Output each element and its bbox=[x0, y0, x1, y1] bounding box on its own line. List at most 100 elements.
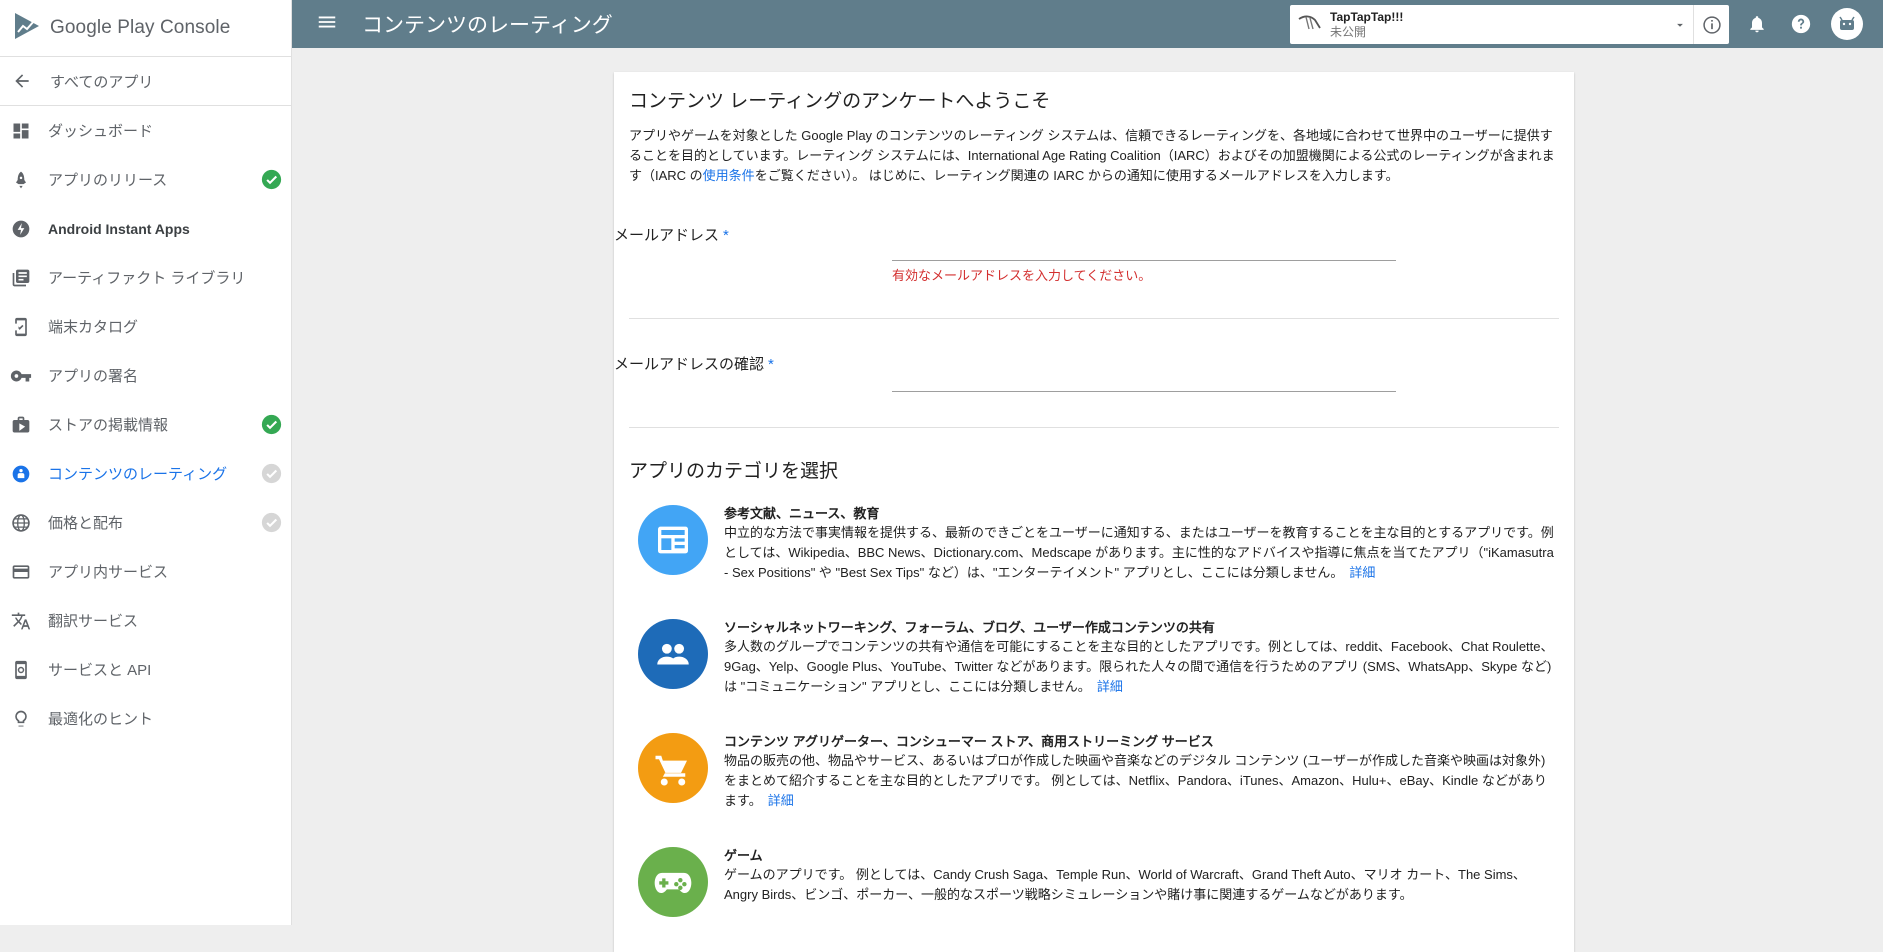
account-avatar[interactable] bbox=[1830, 7, 1864, 41]
required-mark: * bbox=[723, 227, 729, 244]
key-icon bbox=[10, 365, 32, 387]
sidebar-item-label: アーティファクト ライブラリ bbox=[48, 270, 246, 287]
sidebar-item-label: ダッシュボード bbox=[48, 123, 154, 140]
sidebar-item-label: 最適化のヒント bbox=[48, 711, 154, 728]
back-to-all-apps[interactable]: すべてのアプリ bbox=[0, 57, 291, 106]
sidebar-item-dashboard[interactable]: ダッシュボード bbox=[0, 106, 291, 155]
arrow-back-icon bbox=[12, 71, 34, 91]
store-icon bbox=[10, 414, 32, 436]
info-icon[interactable] bbox=[1693, 5, 1730, 44]
selected-app-name: TapTapTap!!! bbox=[1330, 9, 1404, 24]
details-link[interactable]: 詳細 bbox=[1349, 565, 1375, 580]
email-label-text: メールアドレス bbox=[614, 227, 720, 244]
sidebar-item-label: アプリの署名 bbox=[48, 368, 139, 385]
check-pending-icon bbox=[261, 463, 282, 484]
category-description: 物品の販売の他、物品やサービス、あるいはプロが作成した映画や音楽などのデジタル … bbox=[724, 751, 1554, 811]
sidebar-item-artifact-library[interactable]: アーティファクト ライブラリ bbox=[0, 253, 291, 302]
sidebar: Google Play Console すべてのアプリ ダッシュボード アプリの… bbox=[0, 0, 292, 925]
sidebar-item-content-rating[interactable]: コンテンツのレーティング bbox=[0, 449, 291, 498]
dashboard-icon bbox=[10, 120, 32, 142]
category-description-text: 物品の販売の他、物品やサービス、あるいはプロが作成した映画や音楽などのデジタル … bbox=[724, 753, 1547, 808]
translate-icon bbox=[10, 610, 32, 632]
selected-app-status: 未公開 bbox=[1330, 24, 1367, 39]
device-icon bbox=[10, 316, 32, 338]
notifications-bell-icon[interactable] bbox=[1745, 12, 1769, 36]
sidebar-item-optimization-tips[interactable]: 最適化のヒント bbox=[0, 694, 291, 743]
library-icon bbox=[10, 267, 32, 289]
category-description: 中立的な方法で事実情報を提供する、最新のできごとをユーザーに通知する、またはユー… bbox=[724, 523, 1554, 583]
dropdown-arrow-icon[interactable] bbox=[1673, 18, 1687, 37]
required-mark: * bbox=[768, 356, 774, 373]
rocket-icon bbox=[10, 169, 32, 191]
divider bbox=[629, 318, 1559, 319]
sidebar-item-device-catalog[interactable]: 端末カタログ bbox=[0, 302, 291, 351]
category-description: ゲームのアプリです。 例としては、Candy Crush Saga、Temple… bbox=[724, 865, 1554, 905]
category-title: ゲーム bbox=[724, 848, 763, 863]
terms-link[interactable]: 使用条件 bbox=[703, 168, 755, 183]
check-pending-icon bbox=[261, 512, 282, 533]
sidebar-item-store-listing[interactable]: ストアの掲載情報 bbox=[0, 400, 291, 449]
nav-list: ダッシュボード アプリのリリース Android Instant Apps アー… bbox=[0, 106, 291, 743]
back-label: すべてのアプリ bbox=[50, 73, 154, 91]
app-icon bbox=[1296, 8, 1324, 41]
app-selector[interactable]: TapTapTap!!! 未公開 bbox=[1290, 5, 1729, 44]
sidebar-item-in-app-products[interactable]: アプリ内サービス bbox=[0, 547, 291, 596]
email-confirm-label-text: メールアドレスの確認 bbox=[614, 356, 765, 373]
newspaper-icon bbox=[638, 505, 708, 575]
intro-text: アプリやゲームを対象とした Google Play のコンテンツのレーティング … bbox=[629, 126, 1559, 186]
category-description-text: ゲームのアプリです。 例としては、Candy Crush Saga、Temple… bbox=[724, 867, 1526, 902]
email-label: メールアドレス * bbox=[614, 224, 729, 245]
sidebar-item-label: Android Instant Apps bbox=[48, 220, 190, 237]
sidebar-item-label: コンテンツのレーティング bbox=[48, 466, 228, 483]
sidebar-item-label: 翻訳サービス bbox=[48, 613, 139, 630]
card-title: コンテンツ レーティングのアンケートへようこそ bbox=[629, 91, 1051, 112]
email-confirm-field[interactable] bbox=[892, 361, 1396, 392]
brand-name: Google Play Console bbox=[50, 17, 231, 38]
sidebar-item-label: 価格と配布 bbox=[48, 515, 124, 532]
sidebar-item-instant-apps[interactable]: Android Instant Apps bbox=[0, 204, 291, 253]
content-rating-card: コンテンツ レーティングのアンケートへようこそ アプリやゲームを対象とした Go… bbox=[614, 72, 1574, 952]
play-console-logo-icon bbox=[12, 11, 42, 46]
sidebar-item-pricing[interactable]: 価格と配布 bbox=[0, 498, 291, 547]
gamepad-icon bbox=[638, 847, 708, 917]
globe-icon bbox=[10, 512, 32, 534]
sidebar-item-releases[interactable]: アプリのリリース bbox=[0, 155, 291, 204]
bulb-icon bbox=[10, 708, 32, 730]
category-description-text: 多人数のグループでコンテンツの共有や通信を可能にすることを主な目的としたアプリで… bbox=[724, 639, 1554, 694]
sidebar-item-label: アプリのリリース bbox=[48, 172, 168, 189]
category-description-text: 中立的な方法で事実情報を提供する、最新のできごとをユーザーに通知する、またはユー… bbox=[724, 525, 1554, 580]
sidebar-item-app-signing[interactable]: アプリの署名 bbox=[0, 351, 291, 400]
top-bar: コンテンツのレーティング TapTapTap!!! 未公開 bbox=[292, 0, 1883, 48]
sidebar-item-label: サービスと API bbox=[48, 662, 152, 679]
services-icon bbox=[10, 659, 32, 681]
details-link[interactable]: 詳細 bbox=[1097, 679, 1123, 694]
divider bbox=[629, 427, 1559, 428]
category-title: ソーシャルネットワーキング、フォーラム、ブログ、ユーザー作成コンテンツの共有 bbox=[724, 620, 1215, 635]
category-title: コンテンツ アグリゲーター、コンシューマー ストア、商用ストリーミング サービス bbox=[724, 734, 1214, 749]
page-title: コンテンツのレーティング bbox=[362, 14, 613, 37]
email-error-text: 有効なメールアドレスを入力してください。 bbox=[892, 268, 1152, 283]
sidebar-item-label: ストアの掲載情報 bbox=[48, 417, 169, 434]
email-field[interactable] bbox=[892, 230, 1396, 261]
people-icon bbox=[638, 619, 708, 689]
bolt-icon bbox=[10, 218, 32, 240]
sidebar-item-label: 端末カタログ bbox=[48, 319, 139, 336]
card-icon bbox=[10, 561, 32, 583]
rating-icon bbox=[10, 463, 32, 485]
email-confirm-label: メールアドレスの確認 * bbox=[614, 353, 774, 374]
hamburger-menu-icon bbox=[316, 11, 338, 38]
logo[interactable]: Google Play Console bbox=[0, 0, 291, 57]
check-complete-icon bbox=[261, 169, 282, 190]
sidebar-item-label: アプリ内サービス bbox=[48, 564, 169, 581]
help-icon[interactable] bbox=[1789, 12, 1813, 36]
category-description: 多人数のグループでコンテンツの共有や通信を可能にすることを主な目的としたアプリで… bbox=[724, 637, 1554, 697]
menu-button[interactable] bbox=[292, 0, 362, 48]
intro-text-part: をご覧ください）。 はじめに、レーティング関連の IARC からの通知に使用する… bbox=[754, 168, 1399, 183]
sidebar-item-services-api[interactable]: サービスと API bbox=[0, 645, 291, 694]
shopping-cart-icon bbox=[638, 733, 708, 803]
details-link[interactable]: 詳細 bbox=[768, 793, 794, 808]
check-complete-icon bbox=[261, 414, 282, 435]
category-title: 参考文献、ニュース、教育 bbox=[724, 506, 880, 521]
sidebar-item-translation[interactable]: 翻訳サービス bbox=[0, 596, 291, 645]
category-heading: アプリのカテゴリを選択 bbox=[629, 461, 839, 482]
